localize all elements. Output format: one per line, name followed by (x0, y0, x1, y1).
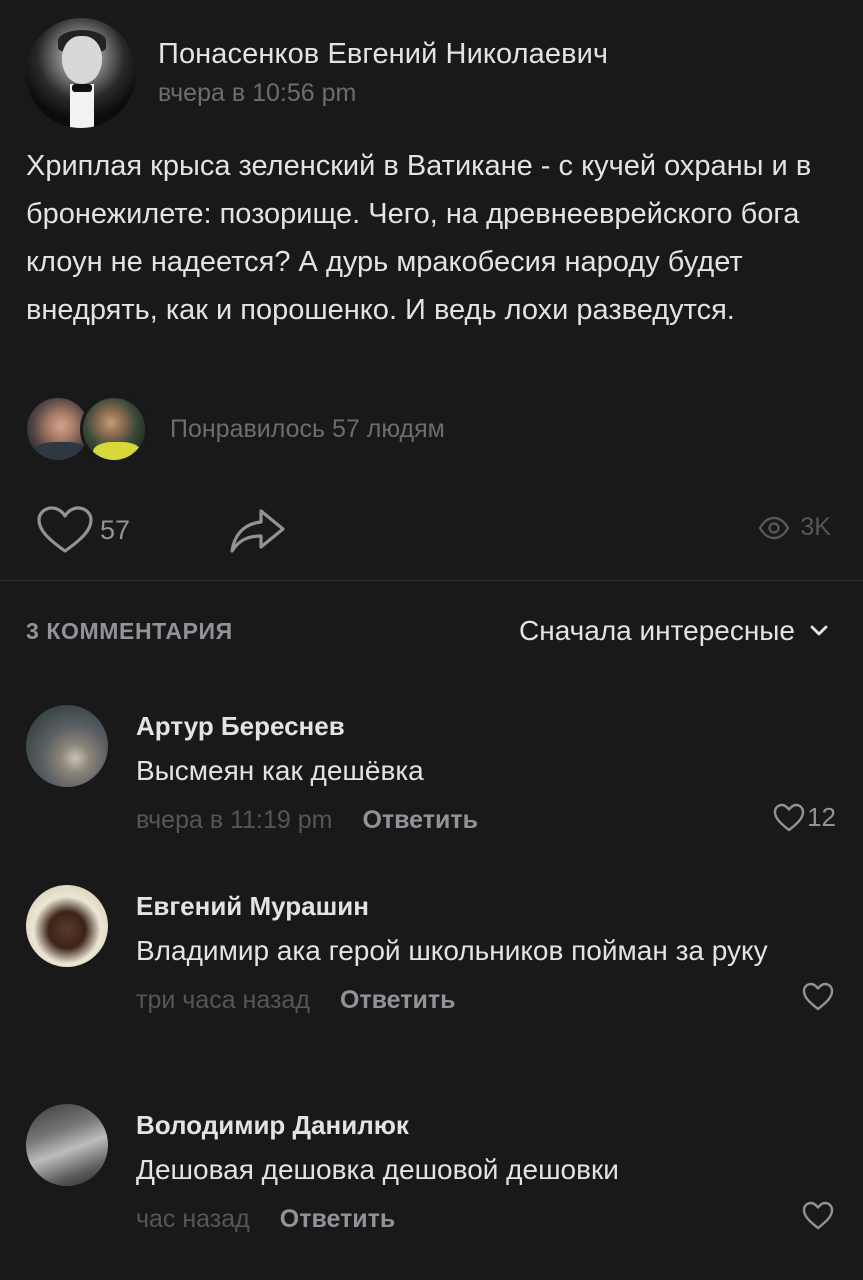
views-count: 3K (800, 513, 831, 541)
post-time[interactable]: вчера в 10:56 pm (158, 79, 608, 108)
author-meta: Понасенков Евгений Николаевич вчера в 10… (158, 38, 608, 108)
comment-body: Володимир Данилюк Дешовая дешовка дешово… (136, 1104, 836, 1237)
likers-summary[interactable]: Понравилось 57 людям (24, 395, 445, 463)
liker-shirt (93, 442, 141, 460)
comment-like-button[interactable]: 12 (773, 802, 836, 833)
sort-label: Сначала интересные (519, 615, 795, 646)
share-arrow-icon (230, 509, 285, 553)
like-button[interactable]: 57 (36, 505, 130, 555)
comment-body: Артур Береснев Высмеян как дешёвка вчера… (136, 705, 836, 838)
comment-like-button[interactable] (802, 1201, 836, 1231)
post-actions: 57 3K (36, 505, 831, 557)
author-name[interactable]: Понасенков Евгений Николаевич (158, 38, 608, 71)
heart-icon (773, 803, 805, 831)
likes-summary-text: Понравилось 57 людям (170, 414, 445, 443)
liker-shirt (33, 442, 89, 460)
comments-count: 3 КОММЕНТАРИЯ (26, 618, 233, 644)
commenter-avatar[interactable] (26, 1104, 108, 1186)
comment-text: Владимир ака герой школьников пойман за … (136, 935, 768, 966)
comment-time: вчера в 11:19 pm (136, 805, 333, 834)
reply-button[interactable]: Ответить (362, 806, 478, 835)
comment-like-button[interactable] (802, 982, 836, 1012)
comment-text: Дешовая дешовка дешовой дешовки (136, 1154, 619, 1185)
chevron-down-icon (810, 625, 828, 636)
reply-button[interactable]: Ответить (280, 1205, 396, 1234)
share-button[interactable] (228, 507, 286, 560)
comment-time: час назад (136, 1204, 250, 1233)
comment-text: Высмеян как дешёвка (136, 755, 424, 786)
post-page: Понасенков Евгений Николаевич вчера в 10… (0, 0, 863, 1280)
commenter-name[interactable]: Евгений Мурашин (136, 891, 836, 922)
commenter-avatar[interactable] (26, 705, 108, 787)
reply-button[interactable]: Ответить (340, 986, 456, 1015)
avatar-face (62, 36, 102, 84)
comment-body: Евгений Мурашин Владимир ака герой школь… (136, 885, 836, 1018)
eye-icon (759, 516, 790, 539)
commenter-name[interactable]: Артур Береснев (136, 711, 836, 742)
sort-dropdown[interactable]: Сначала интересные (519, 615, 829, 647)
avatar-bowtie (72, 84, 92, 92)
views-counter: 3K (758, 513, 831, 542)
comment-footer: вчера в 11:19 pm Ответить 12 (136, 802, 836, 838)
divider (0, 580, 863, 581)
heart-icon (37, 506, 93, 553)
heart-icon (802, 982, 834, 1011)
comment-footer: три часа назад Ответить (136, 982, 836, 1018)
post-text: Хриплая крыса зеленский в Ватикане - с к… (26, 150, 812, 326)
comment-footer: час назад Ответить (136, 1201, 836, 1237)
comment-like-count: 12 (807, 802, 836, 832)
heart-icon (802, 1201, 834, 1230)
author-avatar[interactable] (26, 18, 136, 128)
post-header: Понасенков Евгений Николаевич вчера в 10… (26, 18, 608, 128)
commenter-name[interactable]: Володимир Данилюк (136, 1110, 836, 1141)
like-count: 57 (100, 514, 131, 545)
commenter-avatar[interactable] (26, 885, 108, 967)
liker-avatar (80, 395, 148, 463)
comment-time: три часа назад (136, 985, 310, 1014)
